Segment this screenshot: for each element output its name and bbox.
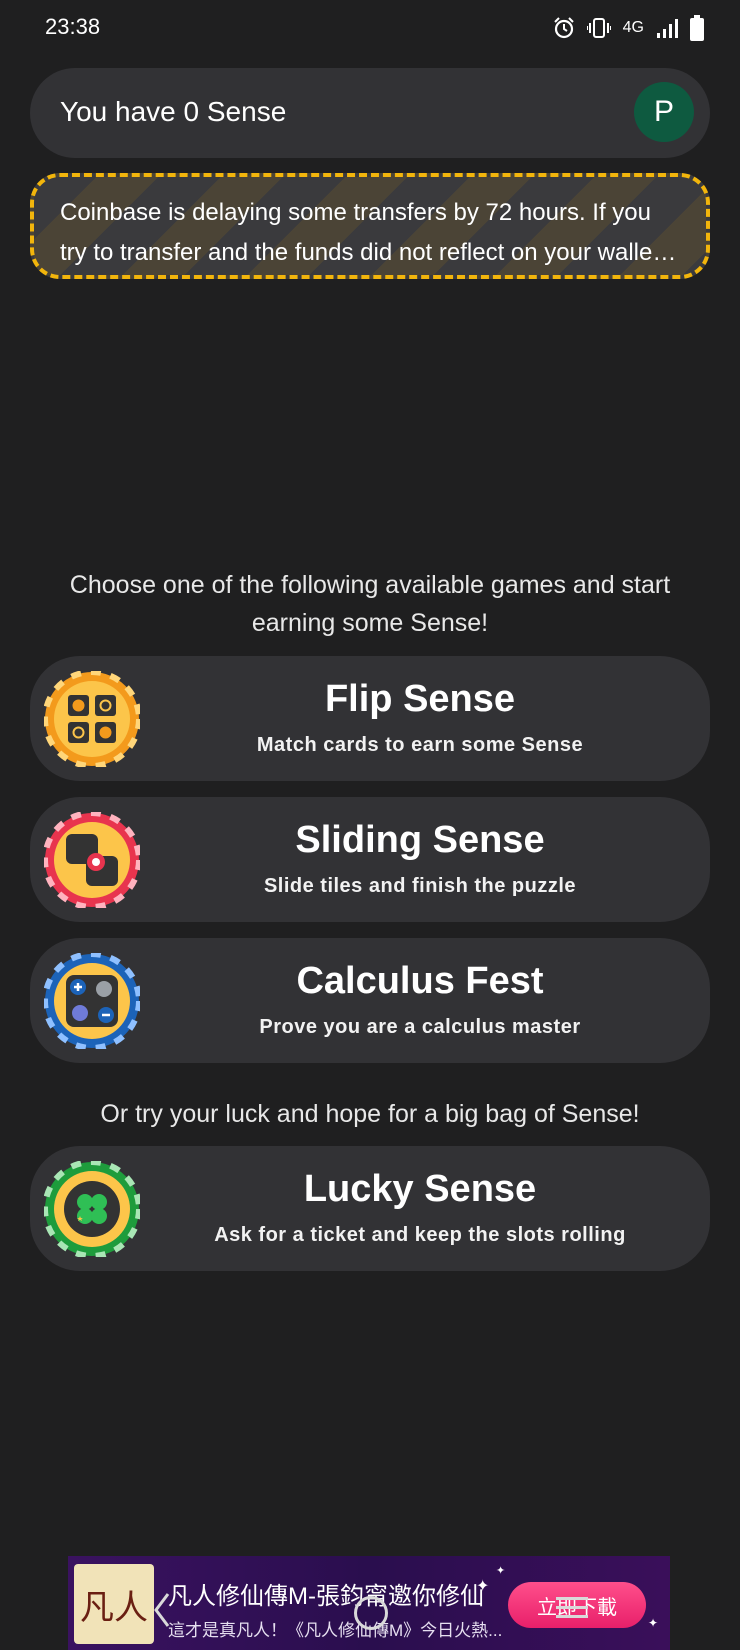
signal-icon xyxy=(657,19,678,38)
game-subtitle: Slide tiles and finish the puzzle xyxy=(263,875,577,897)
status-bar: 23:38 4G xyxy=(0,0,740,56)
notice-banner[interactable]: Coinbase is delaying some transfers by 7… xyxy=(30,173,710,279)
game-title: Calculus Fest xyxy=(296,960,544,1002)
recents-nav-icon[interactable] xyxy=(556,1606,588,1609)
games-intro-text: Choose one of the following available ga… xyxy=(69,571,671,637)
clover-icon xyxy=(44,1161,140,1257)
back-nav-icon[interactable] xyxy=(150,1590,174,1630)
balance-bar: You have 0 Sense P xyxy=(30,68,710,158)
game-title: Sliding Sense xyxy=(295,819,545,861)
flip-cards-icon xyxy=(44,671,140,767)
alarm-icon xyxy=(553,17,574,39)
game-card-lucky-sense[interactable]: Lucky Sense Ask for a ticket and keep th… xyxy=(30,1146,710,1271)
game-card-calculus-fest[interactable]: Calculus Fest Prove you are a calculus m… xyxy=(30,938,710,1063)
sliding-tiles-icon xyxy=(44,812,140,908)
game-subtitle: Ask for a ticket and keep the slots roll… xyxy=(214,1224,626,1246)
ad-subtitle: 這才是真凡人！《凡人修仙傳M》今日火熱... xyxy=(168,1621,503,1640)
game-subtitle: Prove you are a calculus master xyxy=(259,1016,581,1038)
vibrate-icon xyxy=(586,18,611,38)
sparkle-icon: ✦ xyxy=(496,1565,506,1577)
ad-logo: 凡人 xyxy=(74,1564,154,1644)
sparkle-icon: ✦ xyxy=(648,1616,659,1630)
luck-intro-text: Or try your luck and hope for a big bag … xyxy=(100,1100,640,1128)
notice-text: Coinbase is delaying some transfers by 7… xyxy=(60,199,666,266)
home-nav-icon[interactable] xyxy=(354,1596,388,1630)
calculus-icon xyxy=(44,953,140,1049)
game-card-flip-sense[interactable]: Flip Sense Match cards to earn some Sens… xyxy=(30,656,710,781)
ad-download-button[interactable]: 立即下載 xyxy=(508,1582,646,1628)
status-time: 23:38 xyxy=(45,14,101,39)
game-title: Lucky Sense xyxy=(303,1168,537,1210)
game-subtitle: Match cards to earn some Sense xyxy=(256,734,584,756)
status-icons: 4G xyxy=(553,14,704,42)
game-card-sliding-sense[interactable]: Sliding Sense Slide tiles and finish the… xyxy=(30,797,710,922)
network-type: 4G xyxy=(622,19,644,36)
game-title: Flip Sense xyxy=(324,678,516,720)
battery-icon xyxy=(690,15,704,41)
balance-text: You have 0 Sense xyxy=(60,96,287,127)
ad-title: 凡人修仙傳M-張鈞甯邀你修仙 xyxy=(168,1583,484,1610)
sparkle-icon: ✦ xyxy=(476,1578,490,1595)
avatar[interactable]: P xyxy=(634,82,694,142)
